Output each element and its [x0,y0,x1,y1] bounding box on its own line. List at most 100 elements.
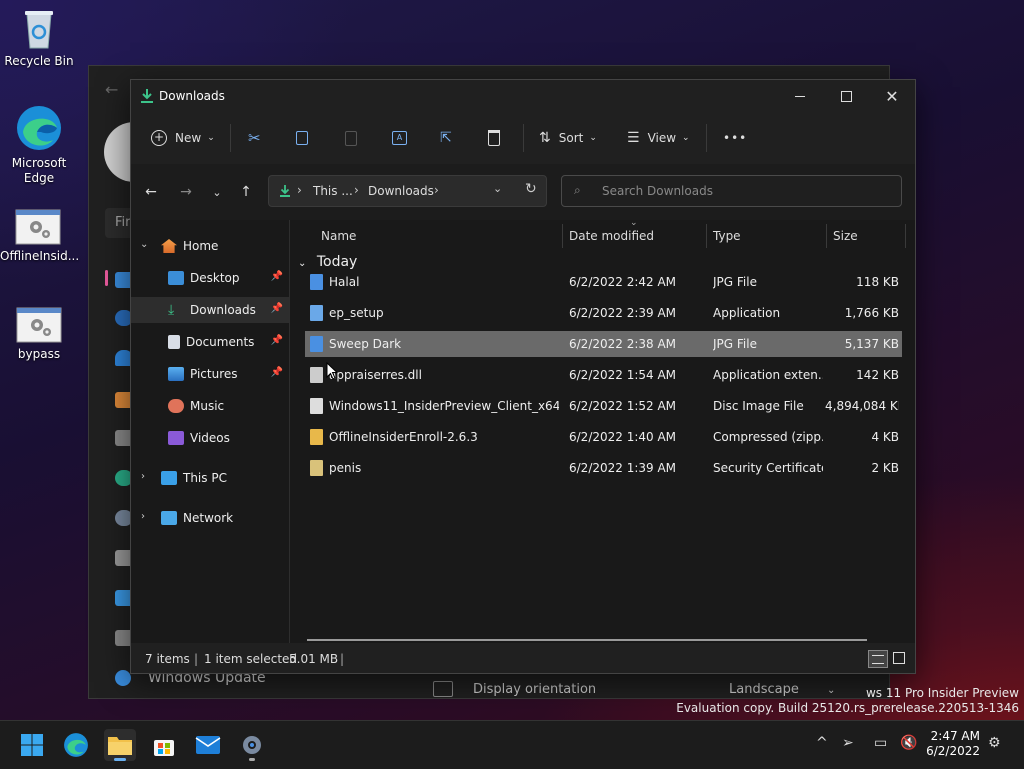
breadcrumb-downloads[interactable]: Downloads [368,184,434,198]
file-type-icon [310,367,323,383]
downloads-folder-icon [141,89,153,103]
desktop-icon-bypass[interactable]: bypass [1,307,77,362]
minimize-button[interactable] [777,80,823,112]
taskbar-file-explorer[interactable] [104,729,136,761]
system-clock[interactable]: 2:47 AM 6/2/2022 [926,729,980,759]
details-view-icon [872,655,884,664]
more-options-button[interactable]: ••• [723,126,747,150]
search-input[interactable]: ⌕ Search Downloads [561,175,902,207]
show-hidden-icons-chevron-icon[interactable]: ^ [816,735,828,751]
file-name: appraiserres.dll [329,368,422,382]
taskbar-settings[interactable] [236,729,268,761]
large-icons-view-button[interactable] [891,650,907,666]
file-row[interactable]: Windows11_InsiderPreview_Client_x64_e...… [305,393,902,419]
new-button[interactable]: + New ⌄ [151,126,215,150]
cut-button[interactable]: ✂ [248,126,261,150]
evaluation-watermark: ws 11 Pro Insider Preview Evaluation cop… [676,686,1019,715]
back-arrow-icon: ← [145,184,157,200]
nav-item-home[interactable]: ⌄ Home [131,233,289,259]
running-indicator [249,758,255,761]
file-row[interactable]: appraiserres.dll 6/2/2022 1:54 AM Applicat… [305,362,902,388]
file-row[interactable]: Sweep Dark 6/2/2022 2:38 AM JPG File 5,137 … [305,331,902,357]
forward-button[interactable]: → [174,182,198,202]
status-bar: 7 items | 1 item selected 5.01 MB | [131,643,915,673]
item-count: 7 items [145,652,190,666]
nav-item-desktop[interactable]: Desktop 📌 [131,265,289,291]
scissors-icon: ✂ [248,129,261,147]
details-view-button[interactable] [868,650,888,668]
address-history-chevron-icon[interactable]: ⌄ [493,182,502,195]
file-type: JPG File [713,337,757,351]
active-indicator [114,758,126,761]
store-bag-icon [154,740,174,756]
taskbar-mail[interactable] [192,729,224,761]
sort-button[interactable]: ⇅ Sort ⌄ [539,126,597,150]
forward-arrow-icon: → [180,184,192,200]
desktop-icon-recycle-bin[interactable]: Recycle Bin [1,8,77,69]
column-header-date[interactable]: Date modified [569,224,654,248]
file-row[interactable]: Halal 6/2/2022 2:42 AM JPG File 118 KB [305,269,902,295]
delete-button[interactable] [488,126,500,150]
file-row[interactable]: ep_setup 6/2/2022 2:39 AM Application 1,766… [305,300,902,326]
column-header-size[interactable]: Size [833,224,858,248]
nav-item-downloads[interactable]: ⤓ Downloads 📌 [131,297,289,323]
desktop-icon-label: Microsoft Edge [11,156,67,185]
group-header-today[interactable]: ⌄ Today [298,254,357,270]
network-icon [161,511,177,525]
videos-icon [168,431,184,445]
trash-icon [488,130,500,146]
up-button[interactable]: ↑ [234,182,258,202]
file-type: Compressed (zipp... [713,430,823,444]
taskbar-edge[interactable] [60,729,92,761]
recycle-bin-icon [21,8,57,50]
breadcrumb-this-pc[interactable]: This ... [313,184,353,198]
notification-settings-icon[interactable]: ⚙ [988,735,1001,751]
close-button[interactable]: ✕ [869,80,915,112]
volume-muted-icon[interactable]: 🔇 [900,735,917,751]
back-button[interactable]: ← [139,182,163,202]
view-button[interactable]: ☰ View ⌄ [627,126,690,150]
maximize-button[interactable] [823,80,869,112]
file-name: Windows11_InsiderPreview_Client_x64_e... [329,399,559,413]
nav-item-this-pc[interactable]: › This PC [131,465,289,491]
location-arrow-icon[interactable]: ➢ [842,735,854,751]
column-divider[interactable] [562,224,563,248]
pin-icon: 📌 [270,303,283,314]
nav-item-documents[interactable]: Documents 📌 [131,329,289,355]
column-divider[interactable] [905,224,906,248]
nav-item-pictures[interactable]: Pictures 📌 [131,361,289,387]
column-header-type[interactable]: Type [713,224,741,248]
copy-button[interactable] [296,126,308,150]
column-header-name[interactable]: Name [321,224,356,248]
rename-button[interactable]: A [392,126,407,150]
chevron-down-icon: ⌄ [207,133,215,143]
recent-locations-button[interactable]: ⌄ [205,182,229,202]
batch-file-icon [15,209,61,245]
paste-button[interactable] [345,126,357,150]
column-divider[interactable] [826,224,827,248]
file-row[interactable]: OfflineInsiderEnroll-2.6.3 6/2/2022 1:40 … [305,424,902,450]
column-divider[interactable] [706,224,707,248]
status-divider: | [340,652,345,666]
network-display-icon[interactable]: ▭ [874,735,887,751]
taskbar-store[interactable] [148,729,180,761]
share-button[interactable]: ⇱ [440,126,452,150]
desktop-icon-edge[interactable]: Microsoft Edge [1,104,77,186]
horizontal-scrollbar[interactable] [307,639,867,641]
file-row[interactable]: penis 6/2/2022 1:39 AM Security Certificat… [305,455,902,481]
windows-update-icon[interactable] [115,670,131,686]
nav-item-network[interactable]: › Network [131,505,289,531]
nav-item-music[interactable]: Music [131,393,289,419]
pin-icon: 📌 [270,367,283,378]
start-button[interactable] [16,729,48,761]
nav-item-videos[interactable]: Videos [131,425,289,451]
back-arrow-icon[interactable]: ← [105,80,118,99]
nav-label: This PC [183,471,227,485]
file-name: penis [329,461,362,475]
title-bar[interactable]: Downloads ✕ [131,80,915,112]
selection-size: 5.01 MB [289,652,339,666]
desktop-icon-offlineinsider[interactable]: OfflineInsid... [0,209,79,264]
refresh-icon[interactable]: ↻ [525,181,537,197]
address-bar[interactable]: › This ... › Downloads › ⌄ ↻ [268,175,547,207]
edge-icon [64,733,88,757]
